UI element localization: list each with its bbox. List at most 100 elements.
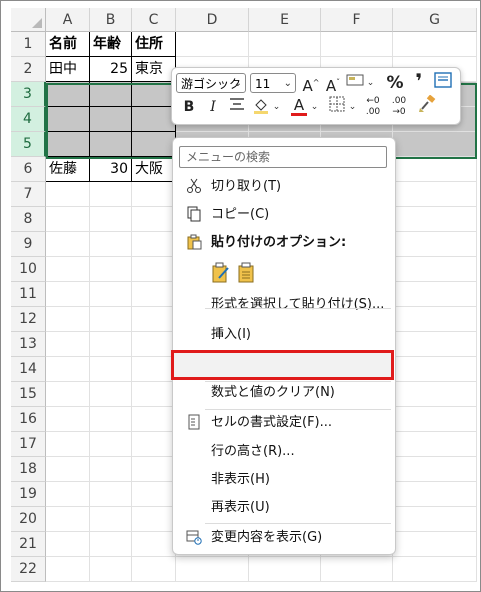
cell-G16[interactable] [393, 407, 477, 432]
row-header-6[interactable]: 6 [11, 157, 46, 182]
cell-B8[interactable] [90, 207, 132, 232]
cell-G10[interactable] [393, 257, 477, 282]
format-table-icon[interactable] [344, 72, 366, 94]
row-header-22[interactable]: 22 [11, 557, 46, 582]
cell-B20[interactable] [90, 507, 132, 532]
cell-D1[interactable] [176, 32, 249, 57]
cell-A22[interactable] [46, 557, 90, 582]
cell-A2[interactable]: 田中 [46, 57, 90, 82]
column-header-F[interactable]: F [321, 8, 393, 32]
select-all-corner[interactable] [11, 8, 46, 32]
cell-C20[interactable] [132, 507, 176, 532]
cell-C9[interactable] [132, 232, 176, 257]
cell-B6[interactable]: 30 [90, 157, 132, 182]
cell-A21[interactable] [46, 532, 90, 557]
cell-A18[interactable] [46, 457, 90, 482]
menu-item-8[interactable]: 行の高さ(R)... [175, 439, 391, 465]
percent-button[interactable]: % [384, 72, 406, 94]
increase-decimal-button[interactable]: ←0.00 [362, 96, 384, 118]
cell-B16[interactable] [90, 407, 132, 432]
cell-A13[interactable] [46, 332, 90, 357]
cell-E22[interactable] [249, 557, 321, 582]
cell-C18[interactable] [132, 457, 176, 482]
cell-C5[interactable] [132, 132, 176, 157]
cell-A8[interactable] [46, 207, 90, 232]
row-header-2[interactable]: 2 [11, 57, 46, 82]
column-header-D[interactable]: D [176, 8, 249, 32]
cell-B22[interactable] [90, 557, 132, 582]
cell-A3[interactable] [46, 82, 90, 107]
cell-B3[interactable] [90, 82, 132, 107]
row-header-7[interactable]: 7 [11, 182, 46, 207]
menu-item-9[interactable]: 非表示(H) [175, 467, 391, 493]
cell-C6[interactable]: 大阪 [132, 157, 176, 182]
cell-A11[interactable] [46, 282, 90, 307]
paste-icon[interactable] [211, 262, 231, 288]
cell-C2[interactable]: 東京 [132, 57, 176, 82]
menu-search-input[interactable]: メニューの検索 [179, 146, 387, 168]
cell-G13[interactable] [393, 332, 477, 357]
cell-B15[interactable] [90, 382, 132, 407]
row-header-8[interactable]: 8 [11, 207, 46, 232]
borders-icon[interactable] [326, 96, 348, 118]
row-header-14[interactable]: 14 [11, 357, 46, 382]
paste-values-icon[interactable] [237, 262, 257, 288]
cell-B19[interactable] [90, 482, 132, 507]
menu-item-4[interactable]: 挿入(I) [175, 322, 391, 348]
row-header-11[interactable]: 11 [11, 282, 46, 307]
cell-F22[interactable] [321, 557, 393, 582]
cell-G8[interactable] [393, 207, 477, 232]
column-header-G[interactable]: G [393, 8, 477, 32]
cell-E1[interactable] [249, 32, 321, 57]
cell-B21[interactable] [90, 532, 132, 557]
cell-G9[interactable] [393, 232, 477, 257]
cell-C1[interactable]: 住所 [132, 32, 176, 57]
cell-C22[interactable] [132, 557, 176, 582]
cell-C8[interactable] [132, 207, 176, 232]
menu-item-3[interactable]: 形式を選択して貼り付け(S)... [175, 292, 391, 318]
cell-A4[interactable] [46, 107, 90, 132]
cell-A10[interactable] [46, 257, 90, 282]
shrink-font-button[interactable]: Aˇ [322, 72, 344, 95]
cell-G6[interactable] [393, 157, 477, 182]
cell-G14[interactable] [393, 357, 477, 382]
chevron-down-icon[interactable]: ⌄ [348, 102, 357, 112]
menu-item-0[interactable]: 切り取り(T) [175, 174, 391, 200]
italic-button[interactable]: I [202, 96, 224, 118]
cell-A5[interactable] [46, 132, 90, 157]
menu-item-7[interactable]: セルの書式設定(F)... [175, 410, 391, 436]
cell-G19[interactable] [393, 482, 477, 507]
cell-G7[interactable] [393, 182, 477, 207]
menu-item-10[interactable]: 再表示(U) [175, 495, 391, 521]
column-header-C[interactable]: C [132, 8, 176, 32]
cell-G17[interactable] [393, 432, 477, 457]
format-painter-icon[interactable] [416, 94, 438, 117]
row-header-1[interactable]: 1 [11, 32, 46, 57]
cell-F1[interactable] [321, 32, 393, 57]
column-header-A[interactable]: A [46, 8, 90, 32]
cell-B17[interactable] [90, 432, 132, 457]
cell-A19[interactable] [46, 482, 90, 507]
menu-item-1[interactable]: コピー(C) [175, 202, 391, 228]
font-color-button[interactable]: A [288, 94, 310, 116]
row-header-16[interactable]: 16 [11, 407, 46, 432]
cell-C19[interactable] [132, 482, 176, 507]
cell-C15[interactable] [132, 382, 176, 407]
cell-C3[interactable] [132, 82, 176, 107]
cell-C17[interactable] [132, 432, 176, 457]
decrease-decimal-button[interactable]: .00 →0 [388, 96, 410, 118]
cell-G1[interactable] [393, 32, 477, 57]
column-header-B[interactable]: B [90, 8, 132, 32]
cell-B7[interactable] [90, 182, 132, 207]
cell-B11[interactable] [90, 282, 132, 307]
fill-color-icon[interactable] [250, 96, 272, 118]
cell-B10[interactable] [90, 257, 132, 282]
cell-A6[interactable]: 佐藤 [46, 157, 90, 182]
cell-A7[interactable] [46, 182, 90, 207]
row-header-20[interactable]: 20 [11, 507, 46, 532]
cell-G20[interactable] [393, 507, 477, 532]
cell-A1[interactable]: 名前 [46, 32, 90, 57]
grow-font-button[interactable]: A^ [300, 72, 322, 95]
row-header-3[interactable]: 3 [11, 82, 46, 107]
cell-A12[interactable] [46, 307, 90, 332]
